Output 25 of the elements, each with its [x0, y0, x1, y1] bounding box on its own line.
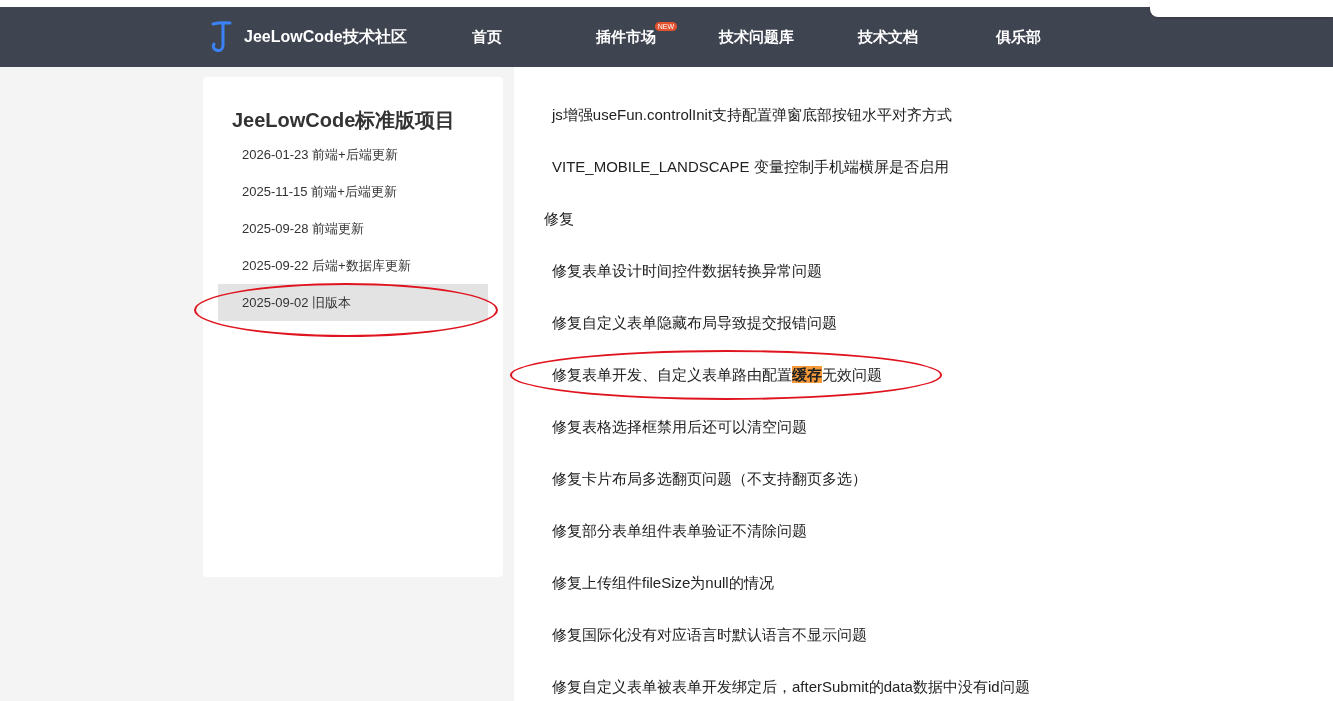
version-link[interactable]: 2025-11-15 前端+后端更新: [218, 173, 488, 210]
changelog-entry: 修复表单设计时间控件数据转换异常问题: [551, 261, 822, 281]
nav-link[interactable]: 首页: [472, 27, 502, 45]
section-heading: 修复: [543, 209, 574, 229]
logo-icon: [210, 20, 232, 54]
changelog-entry: 修复表格选择框禁用后还可以清空问题: [551, 417, 807, 437]
changelog-entry: js增强useFun.controlInit支持配置弹窗底部按钮水平对齐方式: [550, 105, 953, 125]
version-link[interactable]: 2025-09-22 后端+数据库更新: [218, 247, 488, 284]
changelog-entry: 修复自定义表单隐藏布局导致提交报错问题: [551, 313, 837, 333]
changelog-entry: 修复卡片布局多选翻页问题（不支持翻页多选）: [551, 469, 867, 489]
site-name[interactable]: JeeLowCode技术社区: [244, 26, 407, 48]
changelog-entry: VITE_MOBILE_LANDSCAPE 变量控制手机端横屏是否启用: [551, 157, 949, 177]
version-link[interactable]: 2025-09-28 前端更新: [218, 210, 488, 247]
changelog-entry: 修复自定义表单被表单开发绑定后，afterSubmit的data数据中没有id问题: [551, 677, 1030, 697]
changelog-entry: 修复表单开发、自定义表单路由配置缓存无效问题: [551, 365, 882, 385]
version-link[interactable]: 2025-09-02 旧版本: [218, 284, 488, 321]
nav-link[interactable]: 技术问题库: [719, 27, 794, 45]
nav-link[interactable]: 技术文档: [857, 27, 918, 45]
nav-link[interactable]: 俱乐部: [996, 27, 1041, 45]
sidebar-title: JeeLowCode标准版项目: [232, 108, 457, 133]
version-link[interactable]: 2026-01-23 前端+后端更新: [218, 136, 488, 173]
changelog-entry: 修复国际化没有对应语言时默认语言不显示问题: [551, 625, 867, 645]
changelog-entry: 修复上传组件fileSize为null的情况: [551, 573, 774, 593]
nav-link[interactable]: 插件市场: [595, 27, 656, 45]
changelog-entry: 修复部分表单组件表单验证不清除问题: [551, 521, 807, 541]
